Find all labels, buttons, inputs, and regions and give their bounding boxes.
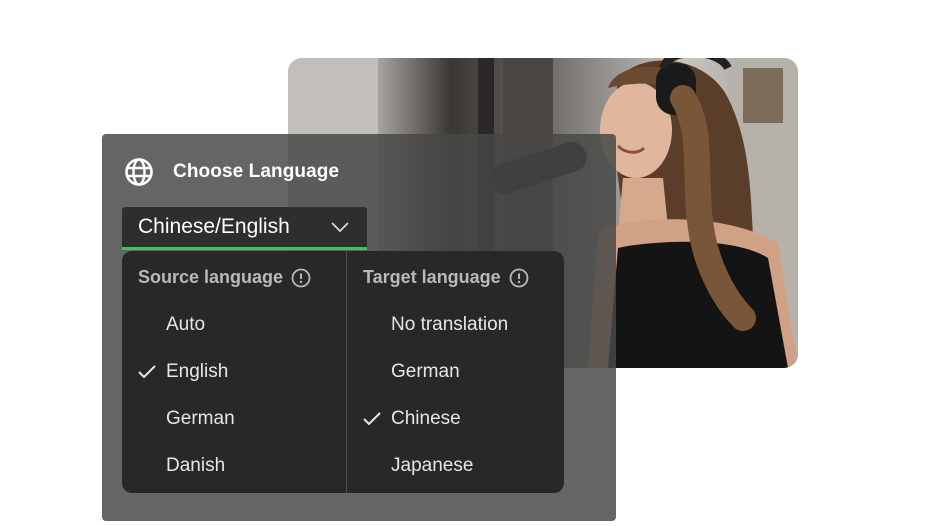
target-option-japanese[interactable]: Japanese [347,448,564,484]
selector-value: Chinese/English [138,215,290,238]
option-label: Auto [166,314,206,335]
option-label: Chinese [391,408,461,429]
panel-title: Choose Language [173,161,340,182]
language-selector[interactable]: Chinese/English [122,207,367,250]
source-option-auto[interactable]: Auto [122,307,346,343]
globe-icon [125,158,153,186]
source-language-column: Source language Auto English German Dani… [122,251,347,493]
option-label: No translation [391,314,509,335]
checkmark-icon [363,412,381,426]
target-option-german[interactable]: German [347,354,564,390]
checkmark-icon [138,365,156,379]
source-option-german[interactable]: German [122,401,346,437]
choose-language-panel: Choose Language Chinese/English Source l… [102,134,616,521]
language-dropdown: Source language Auto English German Dani… [122,251,564,493]
source-option-danish[interactable]: Danish [122,448,346,484]
source-language-header: Source language [138,267,311,288]
source-option-english[interactable]: English [122,354,346,390]
info-icon[interactable] [509,268,529,288]
chevron-down-icon [331,222,349,232]
target-language-column: Target language No translation German Ch… [347,251,564,493]
target-language-label: Target language [363,267,501,287]
option-label: Danish [166,455,226,476]
option-label: German [166,408,235,429]
option-label: English [166,361,229,382]
target-option-chinese[interactable]: Chinese [347,401,564,437]
option-label: German [391,361,460,382]
target-option-no-translation[interactable]: No translation [347,307,564,343]
source-language-label: Source language [138,267,284,287]
target-language-header: Target language [363,267,529,288]
option-label: Japanese [391,455,474,476]
info-icon[interactable] [291,268,311,288]
panel-header: Choose Language [124,156,339,188]
stage: Choose Language Chinese/English Source l… [0,0,936,526]
